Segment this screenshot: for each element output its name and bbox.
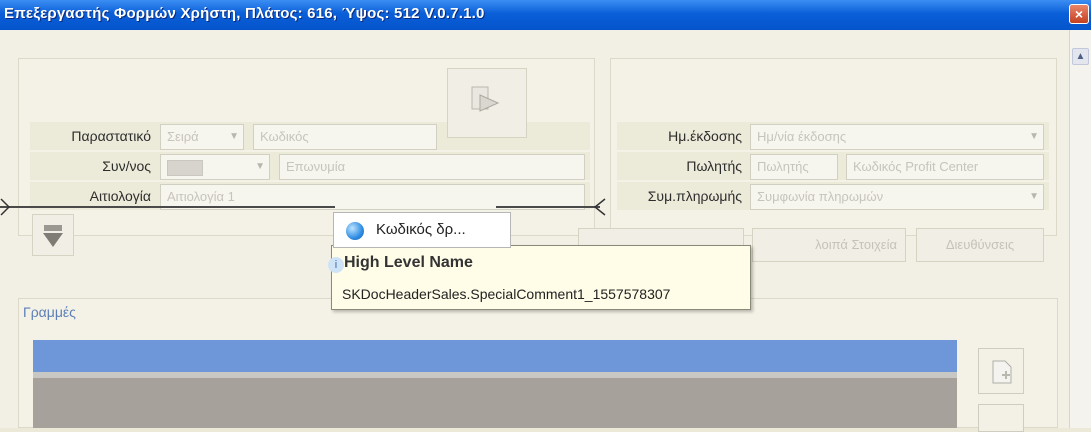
splitter-arrow-icon [0,198,10,216]
reason-field-value: Αιτιολογία 1 [167,189,235,204]
addresses-button[interactable]: Διευθύνσεις [916,228,1044,262]
grid-header [33,340,957,372]
document-icon [167,160,203,176]
vertical-scrollbar[interactable]: ▲ [1069,30,1091,428]
lines-grid[interactable] [33,340,957,428]
info-icon: i [328,257,344,273]
salesman-value: Πωλητής [757,159,809,174]
tooltip-title: High Level Name [344,254,473,271]
issue-date-value: Ημ/νία έκδοσης [757,129,847,144]
globe-icon [346,222,364,240]
dropdown-arrow-icon[interactable]: ▼ [1029,185,1039,209]
reason-label: Αιτιολογία [89,188,151,204]
customer-code-field[interactable]: ▼ [160,154,270,180]
code-field-value: Κωδικός [260,129,309,144]
move-down-button[interactable] [32,214,74,256]
series-field[interactable]: Σειρά ▼ [160,124,244,150]
series-field-value: Σειρά [167,129,199,144]
grid-divider [33,372,957,378]
splitter-line [0,206,335,208]
dropdown-arrow-icon[interactable]: ▼ [229,125,239,149]
salesman-field[interactable]: Πωλητής [750,154,838,180]
customer-label: Συν/νος [102,158,151,174]
company-name-field[interactable]: Επωνυμία [279,154,585,180]
document-icon [992,360,1012,384]
salesman-label: Πωλητής [686,158,742,174]
document-type-label: Παραστατικό [71,128,151,144]
window-title: Επεξεργαστής Φορμών Χρήστη, Πλάτος: 616,… [4,5,485,22]
dropdown-arrow-icon[interactable]: ▼ [1029,125,1039,149]
company-name-value: Επωνυμία [286,159,346,174]
payment-terms-label: Συμ.πληρωμής [647,188,742,204]
down-arrow-icon [43,225,63,247]
lines-section-label: Γραμμές [23,304,76,320]
issue-date-label: Ημ.έκδοσης [668,128,742,144]
code-field[interactable]: Κωδικός [253,124,437,150]
window-titlebar[interactable]: Επεξεργαστής Φορμών Χρήστη, Πλάτος: 616,… [0,0,1091,30]
dropdown-arrow-icon[interactable]: ▼ [255,155,265,179]
profit-center-field[interactable]: Κωδικός Profit Center [846,154,1044,180]
profit-center-value: Κωδικός Profit Center [853,159,979,174]
tooltip: i High Level Name SKDocHeaderSales.Speci… [328,245,751,310]
field-popup[interactable]: Κωδικός δρ... [333,212,511,248]
splitter-arrow-icon [594,198,606,216]
splitter-line [496,206,600,208]
copy-button[interactable] [447,68,527,138]
issue-date-field[interactable]: Ημ/νία έκδοσης ▼ [750,124,1044,150]
other-data-button[interactable]: λοιπά Στοιχεία [752,228,906,262]
close-button[interactable]: × [1069,4,1089,24]
scroll-up-icon[interactable]: ▲ [1072,48,1089,65]
copy-icon [471,86,500,112]
add-line-button[interactable] [978,348,1024,394]
popup-text: Κωδικός δρ... [376,221,466,238]
tooltip-text: SKDocHeaderSales.SpecialComment1_1557578… [342,286,671,302]
payment-terms-value: Συμφωνία πληρωμών [757,189,884,204]
payment-terms-field[interactable]: Συμφωνία πληρωμών ▼ [750,184,1044,210]
